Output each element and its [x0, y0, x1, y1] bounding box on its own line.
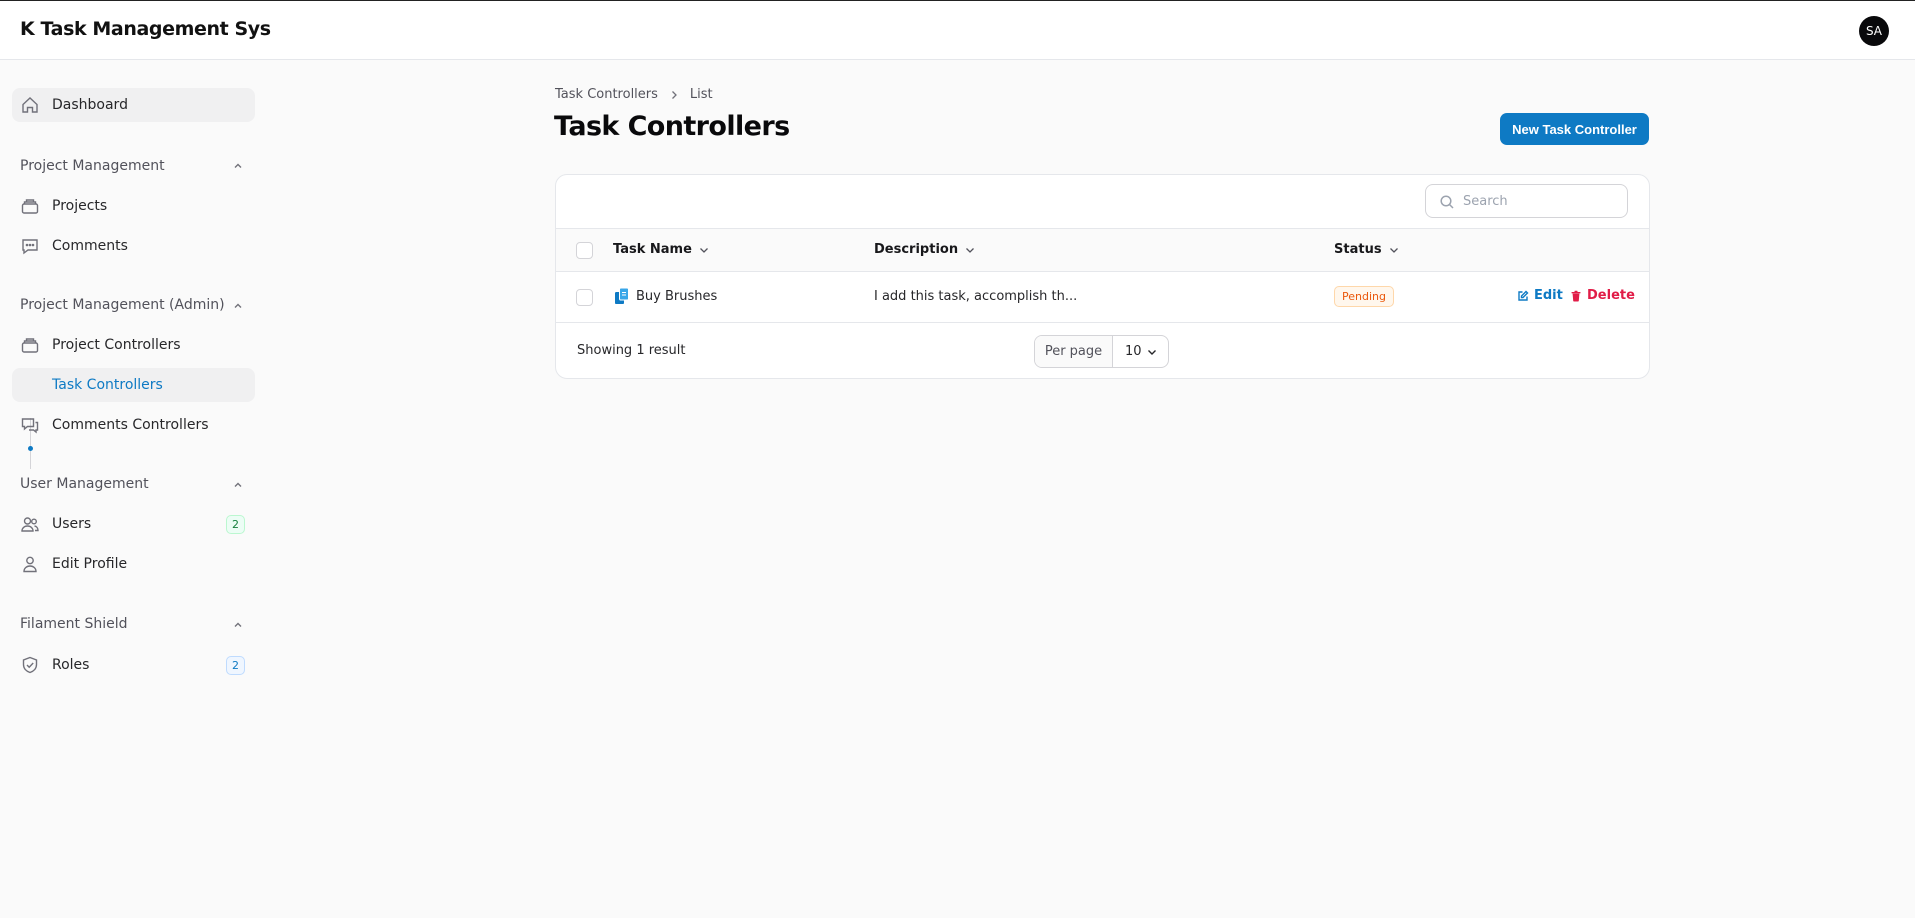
- user-icon: [23, 556, 37, 573]
- sidebar-item-dashboard[interactable]: Dashboard: [12, 88, 255, 122]
- chevron-down-icon: [699, 247, 708, 253]
- count-badge: 2: [226, 515, 245, 534]
- edit-button[interactable]: Edit: [1517, 288, 1563, 303]
- home-icon: [22, 97, 38, 113]
- nav-group-project-management-admin[interactable]: Project Management (Admin): [20, 297, 225, 313]
- sidebar: Dashboard Project Management Projects Co…: [0, 61, 265, 918]
- row-checkbox[interactable]: [576, 289, 593, 306]
- sidebar-item-edit-profile[interactable]: Edit Profile: [12, 547, 255, 581]
- trash-icon: [1571, 290, 1581, 301]
- sidebar-item-label: Roles: [52, 657, 90, 673]
- per-page-select[interactable]: Per page 10: [1034, 335, 1169, 368]
- sidebar-item-label: Comments: [52, 238, 128, 254]
- active-dot-icon: [28, 446, 33, 451]
- per-page-label: Per page: [1035, 336, 1113, 367]
- sidebar-item-label: Projects: [52, 198, 108, 214]
- sidebar-item-project-controllers[interactable]: Project Controllers: [12, 328, 255, 362]
- sidebar-item-label: Users: [52, 516, 92, 532]
- sidebar-item-label: Comments Controllers: [52, 417, 209, 433]
- stack-icon: [21, 338, 39, 353]
- status-badge: Pending: [1334, 286, 1394, 307]
- chevron-up-icon[interactable]: [231, 618, 245, 632]
- breadcrumb: Task Controllers List: [555, 87, 713, 102]
- page-title: Task Controllers: [554, 111, 790, 142]
- table-row[interactable]: Buy Brushes I add this task, accomplish …: [556, 272, 1649, 323]
- user-avatar[interactable]: SA: [1859, 16, 1889, 46]
- sidebar-item-projects[interactable]: Projects: [12, 189, 255, 223]
- sidebar-item-roles[interactable]: Roles 2: [12, 648, 255, 682]
- pencil-square-icon: [1518, 290, 1529, 301]
- sidebar-item-task-controllers[interactable]: Task Controllers: [12, 368, 255, 402]
- breadcrumb-current: List: [689, 87, 713, 102]
- sidebar-item-label: Dashboard: [52, 97, 128, 113]
- description-cell[interactable]: I add this task, accomplish th...: [874, 289, 1077, 304]
- new-task-controller-button[interactable]: New Task Controller: [1500, 113, 1649, 145]
- chevron-down-icon: [1389, 247, 1398, 253]
- nav-group-user-management[interactable]: User Management: [20, 476, 149, 492]
- search-input[interactable]: [1463, 191, 1618, 211]
- breadcrumb-parent-link[interactable]: Task Controllers: [555, 87, 658, 102]
- stack-icon: [21, 199, 39, 214]
- shield-check-icon: [22, 656, 38, 674]
- per-page-value[interactable]: 10: [1113, 336, 1168, 367]
- sidebar-item-label: Edit Profile: [52, 556, 128, 572]
- search-icon: [1440, 195, 1454, 209]
- chevron-up-icon[interactable]: [231, 299, 245, 313]
- count-badge: 2: [226, 656, 245, 675]
- chevron-down-icon: [1148, 350, 1156, 355]
- users-icon: [21, 517, 39, 532]
- sidebar-item-label: Project Controllers: [52, 337, 181, 353]
- nav-group-filament-shield[interactable]: Filament Shield: [20, 616, 128, 632]
- column-header-description[interactable]: Description: [874, 242, 976, 257]
- sidebar-item-users[interactable]: Users 2: [12, 507, 255, 541]
- nav-group-project-management[interactable]: Project Management: [20, 158, 165, 174]
- chevron-down-icon: [966, 247, 975, 253]
- table-search[interactable]: [1425, 184, 1628, 218]
- task-name-cell[interactable]: Buy Brushes: [636, 289, 717, 304]
- app-title[interactable]: K Task Management Sys: [20, 18, 271, 40]
- column-header-task-name[interactable]: Task Name: [613, 242, 710, 257]
- sidebar-item-label: Task Controllers: [52, 377, 163, 393]
- chat-bubbles-icon: [21, 418, 39, 434]
- chevron-up-icon[interactable]: [231, 159, 245, 173]
- results-summary: Showing 1 result: [577, 343, 686, 358]
- sidebar-item-comments-controllers[interactable]: Comments Controllers: [12, 408, 255, 442]
- table-header-row: Task Name Description Status: [556, 228, 1649, 272]
- chevron-right-icon: [671, 90, 677, 99]
- column-header-status[interactable]: Status: [1334, 242, 1400, 257]
- select-all-checkbox[interactable]: [576, 242, 593, 259]
- chat-bubble-icon: [22, 239, 38, 255]
- sidebar-item-comments[interactable]: Comments: [12, 229, 255, 263]
- top-bar: K Task Management Sys SA: [0, 0, 1915, 60]
- chevron-up-icon[interactable]: [231, 478, 245, 492]
- clipboard-copy-icon: [615, 287, 629, 304]
- delete-button[interactable]: Delete: [1570, 288, 1635, 303]
